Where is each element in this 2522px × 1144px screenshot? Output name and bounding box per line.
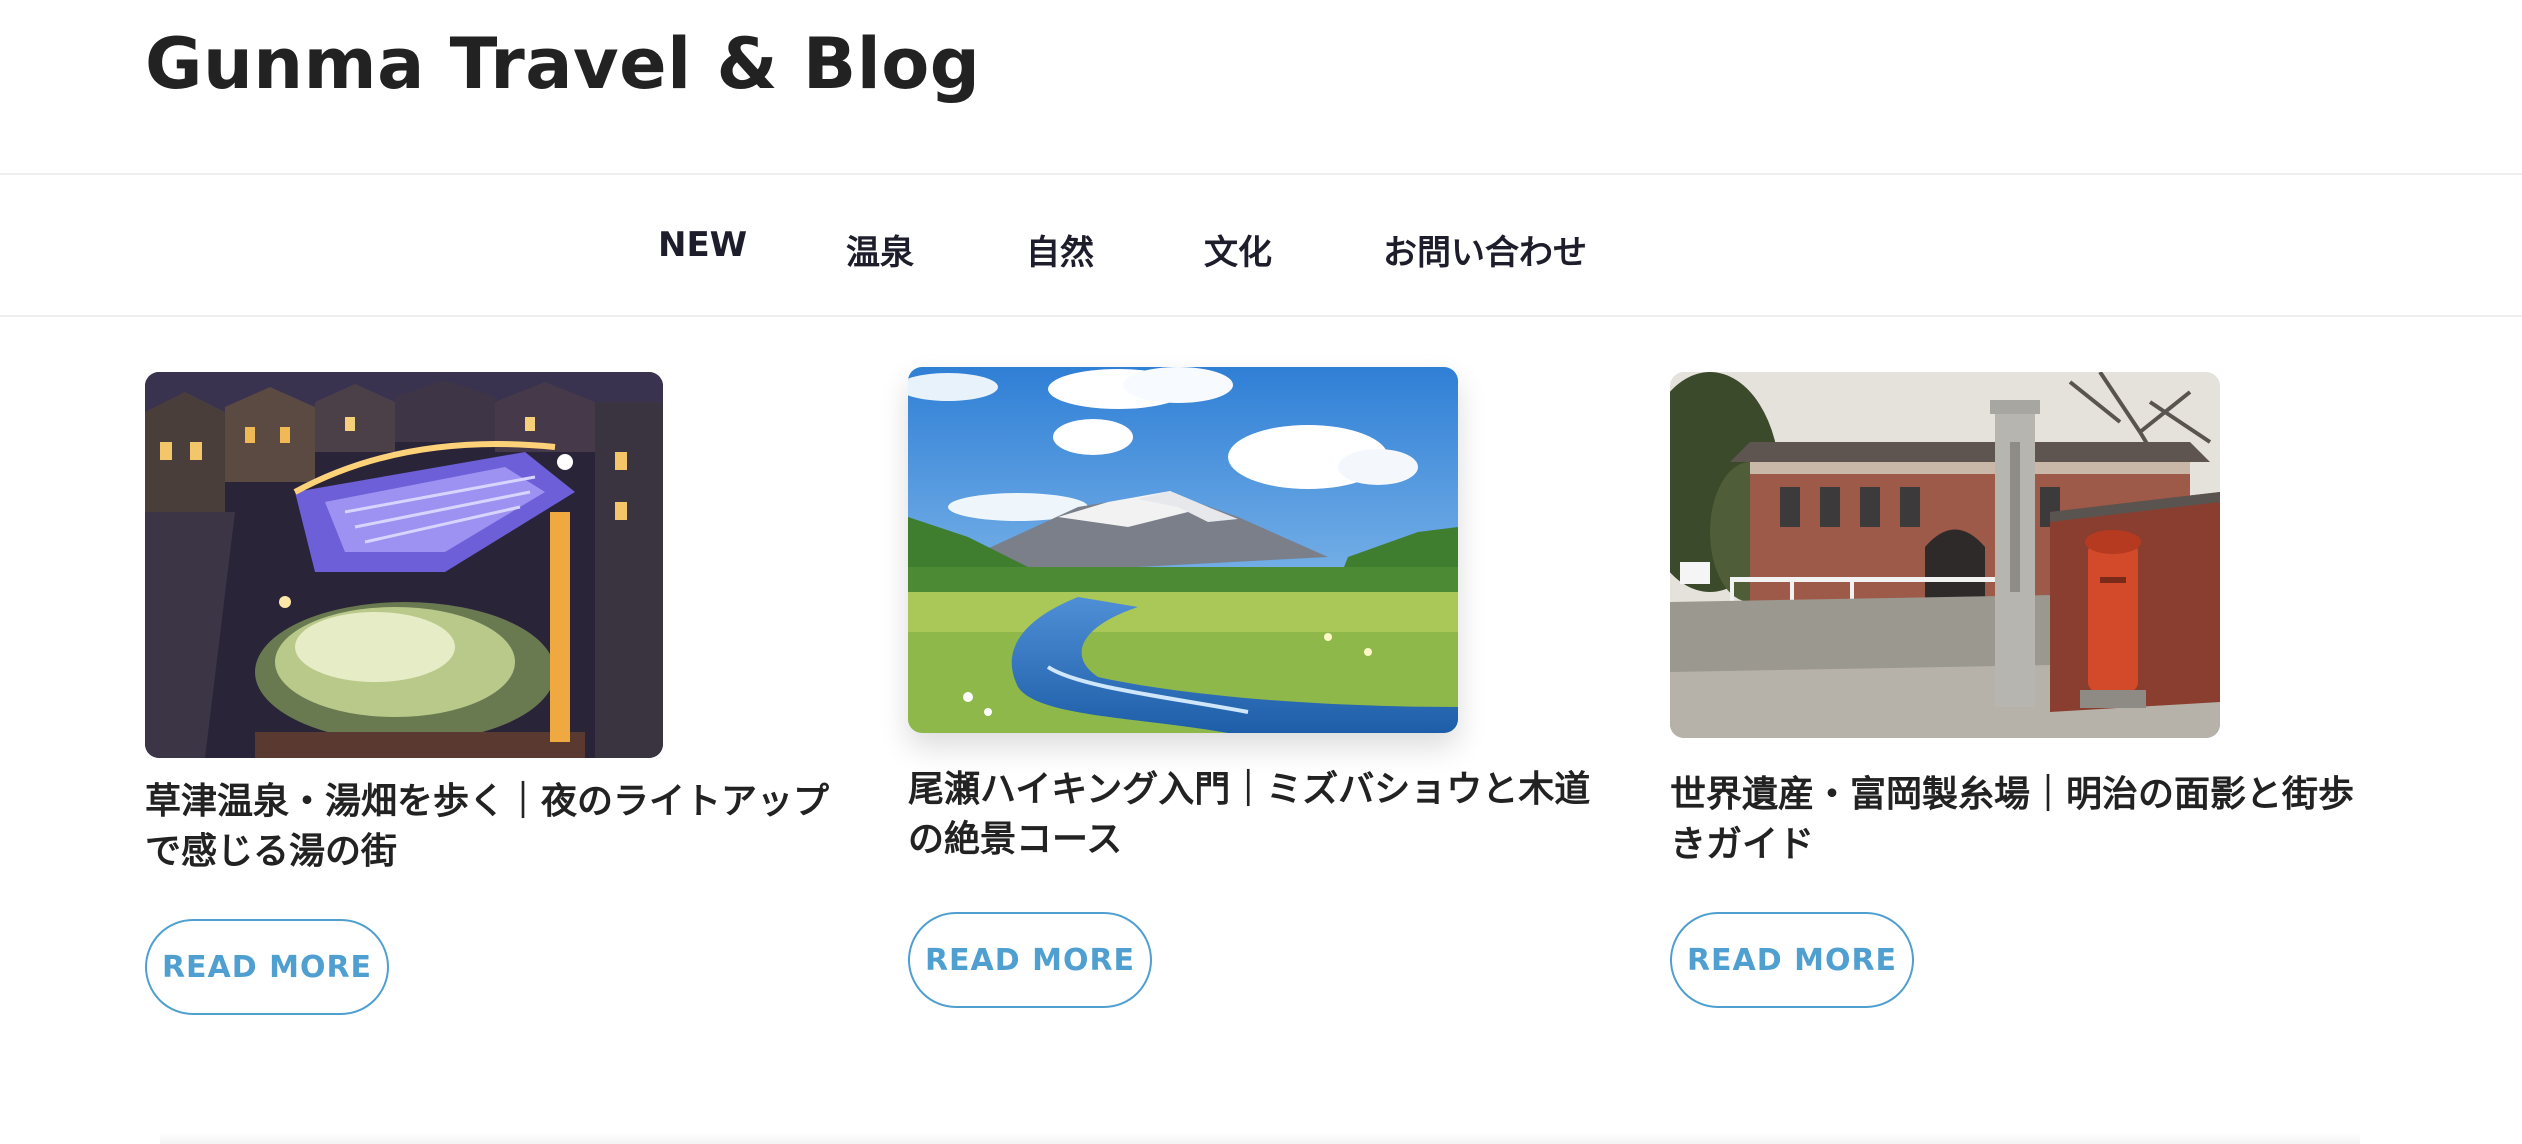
kusatsu-yubatake-night-photo	[145, 372, 663, 758]
oze-marsh-mountain-photo	[908, 367, 1458, 733]
nav-item-culture[interactable]: 文化	[1204, 225, 1272, 274]
post-title[interactable]: 世界遺産・富岡製糸場｜明治の面影と街歩きガイド	[1670, 770, 2370, 870]
post-card: 尾瀬ハイキング入門｜ミズバショウと木道の絶景コース READ MORE	[908, 367, 1608, 1017]
read-more-button[interactable]: READ MORE	[1670, 912, 1914, 1008]
site-header: Gunma Travel & Blog	[0, 0, 2522, 175]
post-title[interactable]: 尾瀬ハイキング入門｜ミズバショウと木道の絶景コース	[908, 765, 1608, 865]
tomioka-silk-mill-gate-photo	[1670, 372, 2220, 738]
read-more-button[interactable]: READ MORE	[908, 912, 1152, 1008]
nav-item-contact[interactable]: お問い合わせ	[1383, 225, 1587, 274]
next-section-edge	[160, 1132, 2360, 1144]
nav-item-onsen[interactable]: 温泉	[846, 225, 914, 274]
main-nav: NEW 温泉 自然 文化 お問い合わせ	[0, 175, 2522, 317]
post-thumbnail-oze[interactable]	[908, 367, 1458, 733]
post-card: 世界遺産・富岡製糸場｜明治の面影と街歩きガイド READ MORE	[1670, 372, 2370, 1022]
post-title[interactable]: 草津温泉・湯畑を歩く｜夜のライトアップで感じる湯の街	[145, 777, 845, 877]
post-card: 草津温泉・湯畑を歩く｜夜のライトアップで感じる湯の街 READ MORE	[145, 372, 845, 1022]
read-more-button[interactable]: READ MORE	[145, 919, 389, 1015]
post-thumbnail-kusatsu[interactable]	[145, 372, 663, 758]
nav-item-new[interactable]: NEW	[658, 225, 747, 265]
site-title[interactable]: Gunma Travel & Blog	[145, 22, 980, 106]
nav-item-nature[interactable]: 自然	[1026, 225, 1094, 274]
post-thumbnail-tomioka[interactable]	[1670, 372, 2220, 738]
